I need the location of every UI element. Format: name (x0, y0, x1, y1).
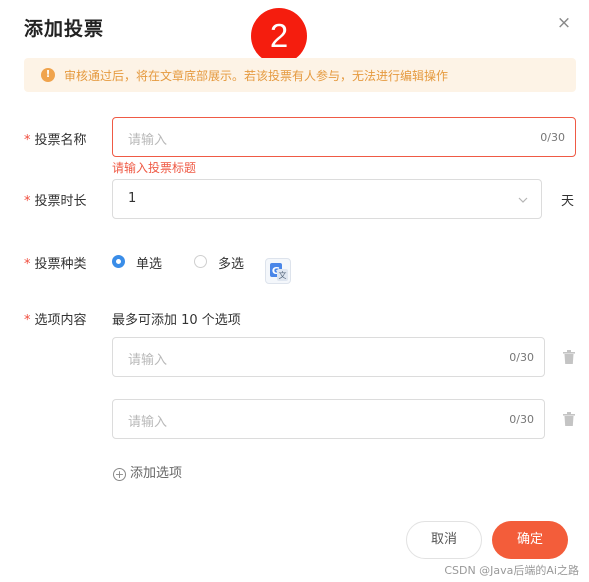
option-2-placeholder: 请输入 (128, 415, 168, 430)
svg-text:文: 文 (279, 270, 287, 280)
watermark: CSDN @Java后端的Ai之路 (444, 564, 579, 577)
confirm-button[interactable]: 确定 (492, 521, 568, 559)
translate-icon[interactable]: G 文 (265, 258, 291, 284)
cancel-button[interactable]: 取消 (406, 521, 482, 559)
option-input-2[interactable]: 请输入 0/30 (112, 399, 545, 439)
chevron-down-icon (518, 197, 528, 203)
duration-select[interactable]: 1 (112, 179, 542, 219)
notice-banner: ! 审核通过后，将在文章底部展示。若该投票有人参与，无法进行编辑操作 (24, 58, 576, 92)
radio-single[interactable] (112, 255, 125, 268)
vote-type-label-text: 投票种类 (34, 257, 87, 272)
duration-label-text: 投票时长 (34, 194, 87, 209)
step-badge: 2 (251, 8, 307, 64)
required-mark: * (24, 313, 31, 328)
duration-label: * 投票时长 (24, 190, 87, 209)
trash-icon[interactable] (563, 350, 575, 364)
options-hint: 最多可添加 10 个选项 (112, 313, 241, 328)
option-2-counter: 0/30 (509, 413, 534, 426)
warning-icon: ! (41, 68, 55, 82)
trash-icon[interactable] (563, 412, 575, 426)
notice-text: 审核通过后，将在文章底部展示。若该投票有人参与，无法进行编辑操作 (64, 69, 449, 83)
duration-unit: 天 (561, 194, 575, 209)
add-option-label: 添加选项 (130, 466, 183, 481)
vote-name-error: 请输入投票标题 (112, 161, 197, 175)
radio-multiple-label[interactable]: 多选 (218, 253, 244, 272)
vote-name-input[interactable]: 请输入 0/30 (112, 117, 576, 157)
vote-type-label: * 投票种类 (24, 253, 87, 272)
vote-name-label: * 投票名称 (24, 129, 87, 148)
required-mark: * (24, 133, 31, 148)
vote-name-label-text: 投票名称 (34, 133, 87, 148)
options-label-text: 选项内容 (34, 313, 87, 328)
plus-circle-icon: + (113, 468, 126, 481)
close-icon[interactable]: × (556, 14, 572, 32)
dialog-title: 添加投票 (24, 18, 105, 40)
required-mark: * (24, 257, 31, 272)
add-option-button[interactable]: + 添加选项 (113, 462, 182, 481)
vote-name-placeholder: 请输入 (128, 133, 168, 148)
options-label: * 选项内容 (24, 309, 87, 328)
duration-value: 1 (128, 191, 137, 206)
option-input-1[interactable]: 请输入 0/30 (112, 337, 545, 377)
radio-single-label[interactable]: 单选 (136, 253, 162, 272)
option-1-counter: 0/30 (509, 351, 534, 364)
required-mark: * (24, 194, 31, 209)
radio-multiple[interactable] (194, 255, 207, 268)
vote-name-counter: 0/30 (540, 131, 565, 144)
option-1-placeholder: 请输入 (128, 353, 168, 368)
